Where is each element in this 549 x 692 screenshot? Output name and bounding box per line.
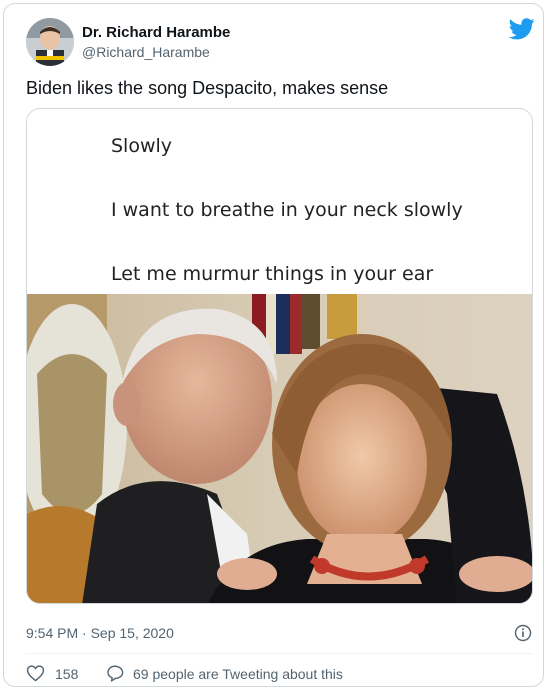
lyric-line-2: I want to breathe in your neck slowly (111, 199, 463, 221)
like-count: 158 (55, 666, 79, 682)
author-name[interactable]: Dr. Richard Harambe (82, 24, 230, 41)
tweet-card: Dr. Richard Harambe @Richard_Harambe Bid… (3, 3, 544, 687)
lyric-line-3: Let me murmur things in your ear (111, 263, 434, 285)
tweeting-about-link[interactable]: 69 people are Tweeting about this (133, 666, 343, 682)
avatar[interactable] (26, 18, 74, 66)
info-icon[interactable] (514, 624, 532, 642)
tweet-media[interactable]: Slowly I want to breathe in your neck sl… (26, 108, 533, 604)
heart-icon[interactable] (26, 664, 45, 682)
divider (26, 653, 533, 654)
speech-bubble-icon[interactable] (106, 664, 125, 682)
tweet-timestamp[interactable]: 9:54 PM · Sep 15, 2020 (26, 625, 174, 641)
media-photo (27, 294, 532, 603)
author-handle[interactable]: @Richard_Harambe (82, 44, 210, 60)
twitter-bird-icon[interactable] (508, 18, 535, 40)
tweet-text: Biden likes the song Despacito, makes se… (26, 78, 389, 98)
lyric-line-1: Slowly (111, 135, 173, 157)
